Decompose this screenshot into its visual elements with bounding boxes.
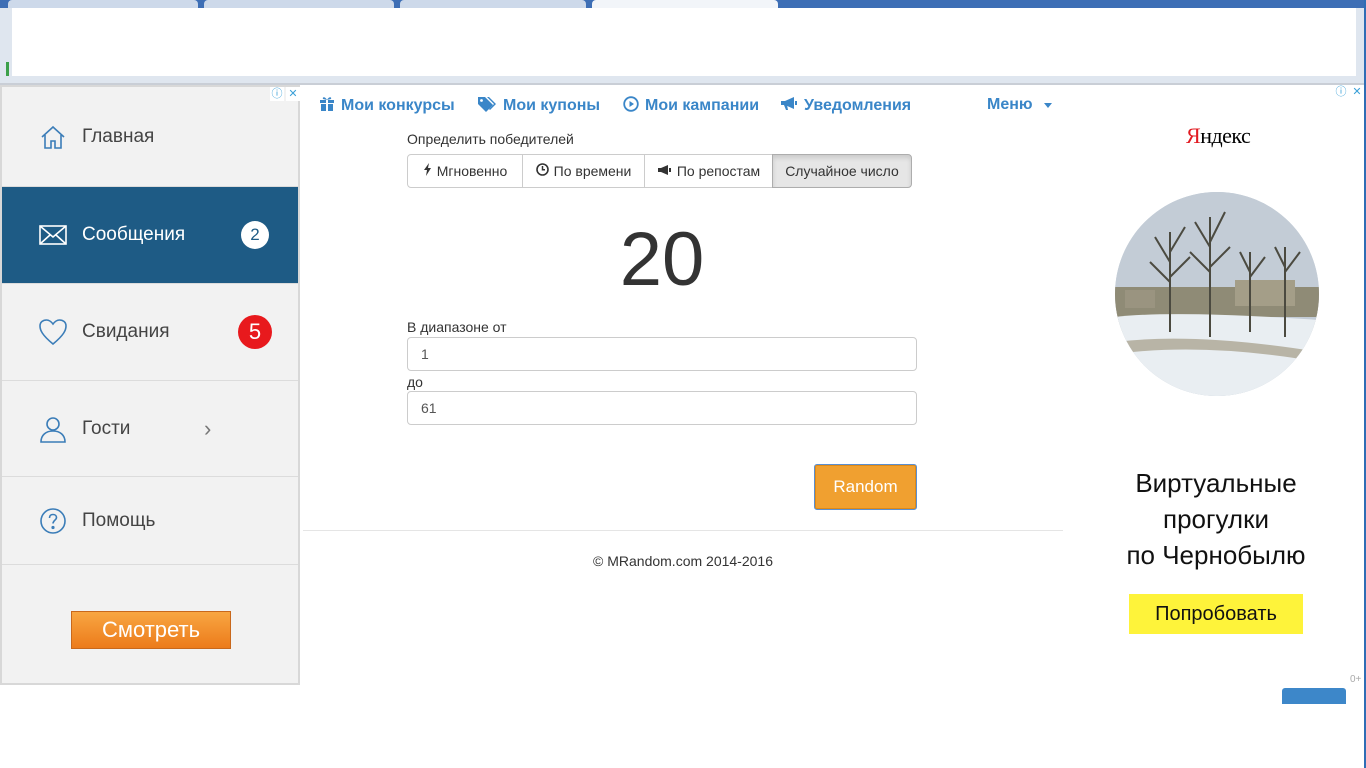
- nav-notifications[interactable]: Уведомления: [780, 96, 911, 115]
- sidebar-item-label: Свидания: [82, 321, 170, 342]
- nav-label: Меню: [987, 96, 1033, 113]
- bullhorn-icon: [657, 163, 672, 179]
- chernobyl-photo: [1115, 192, 1319, 396]
- sidebar-item-messages[interactable]: Сообщения 2: [2, 187, 298, 284]
- sidebar-item-label: Гости: [82, 417, 131, 439]
- random-button[interactable]: Random: [814, 464, 917, 510]
- dates-count-badge: 5: [238, 315, 272, 349]
- browser-tab-active[interactable]: [592, 0, 778, 8]
- mode-label: Мгновенно: [436, 163, 508, 179]
- right-ad[interactable]: ⓘ ✕ Яндекс Виртуальные прогулки по Черно…: [1080, 85, 1366, 685]
- browser-tab[interactable]: [204, 0, 394, 8]
- nav-label: Мои купоны: [503, 97, 601, 114]
- sidebar-item-label: Главная: [82, 125, 155, 147]
- home-icon: [38, 122, 68, 152]
- mode-label: По репостам: [676, 163, 761, 179]
- try-button[interactable]: Попробовать: [1129, 594, 1303, 634]
- sidebar-item-help[interactable]: Помощь: [2, 477, 298, 565]
- sidebar-item-home[interactable]: Главная: [2, 87, 298, 187]
- mode-label: По времени: [553, 163, 632, 179]
- chevron-right-icon: ›: [204, 415, 212, 441]
- watch-button[interactable]: Смотреть: [71, 611, 231, 649]
- range-to-label: до: [407, 374, 423, 390]
- browser-toolbar: [12, 8, 1356, 76]
- nav-my-contests[interactable]: Мои конкурсы: [319, 96, 455, 115]
- messages-count-badge: 2: [241, 221, 269, 249]
- sidebar-item-label: Помощь: [82, 509, 156, 531]
- browser-edge-mark: [6, 62, 9, 76]
- nav-label: Мои конкурсы: [341, 96, 455, 114]
- tags-icon: [477, 96, 497, 116]
- nav-my-campaigns[interactable]: Мои кампании: [623, 96, 759, 116]
- nav-my-coupons[interactable]: Мои купоны: [477, 96, 600, 116]
- bullhorn-icon: [780, 96, 798, 115]
- sidebar-item-dates[interactable]: Свидания 5: [2, 284, 298, 381]
- footer-copyright: © MRandom.com 2014-2016: [593, 553, 773, 569]
- sidebar-item-guests[interactable]: Гости ›: [2, 381, 298, 477]
- range-from-label: В диапазоне от: [407, 319, 507, 335]
- envelope-icon: [38, 220, 68, 250]
- user-icon: [38, 414, 68, 444]
- nav-menu-dropdown[interactable]: Меню: [987, 96, 1052, 114]
- yandex-logo: Яндекс: [1186, 123, 1251, 148]
- ad-info-icon[interactable]: ⓘ: [1334, 85, 1348, 99]
- caret-down-icon: [1043, 102, 1052, 108]
- mode-label: Случайное число: [785, 163, 899, 179]
- range-from-input[interactable]: 1: [407, 337, 917, 371]
- ad-headline: Виртуальные прогулки по Чернобылю: [1098, 465, 1334, 573]
- winner-section-title: Определить победителей: [407, 131, 574, 147]
- ad-close-icon[interactable]: ✕: [1350, 85, 1364, 99]
- sidebar-ad: ⓘ ✕ Главная Сообщения 2 Свидания 5 Гости…: [0, 85, 300, 685]
- nav-label: Мои кампании: [645, 97, 760, 114]
- ad-headline-line: Виртуальные: [1135, 468, 1297, 498]
- ad-headline-line: по Чернобылю: [1126, 540, 1306, 570]
- bolt-icon: [423, 163, 432, 179]
- mode-random-number-button[interactable]: Случайное число: [772, 154, 912, 188]
- random-result: 20: [619, 217, 705, 302]
- sidebar-item-label: Сообщения: [82, 224, 186, 245]
- mode-time-button[interactable]: По времени: [522, 154, 645, 188]
- range-to-input[interactable]: 61: [407, 391, 917, 425]
- gift-icon: [319, 96, 335, 115]
- heart-icon: [38, 317, 68, 347]
- help-icon: [38, 506, 68, 536]
- ad-markers: ⓘ ✕: [1334, 85, 1364, 101]
- ad-headline-line: прогулки: [1163, 504, 1269, 534]
- mode-reposts-button[interactable]: По репостам: [644, 154, 773, 188]
- nav-label: Уведомления: [804, 96, 912, 114]
- browser-tab[interactable]: [8, 0, 198, 8]
- mode-button-group: Мгновенно По времени По репостам Случайн…: [407, 154, 912, 188]
- play-circle-icon: [623, 96, 639, 116]
- page-bottom: [0, 704, 1366, 768]
- share-widget[interactable]: [1282, 688, 1346, 704]
- clock-icon: [535, 163, 549, 179]
- mode-instant-button[interactable]: Мгновенно: [407, 154, 523, 188]
- browser-tab[interactable]: [400, 0, 586, 8]
- age-rating: 0+: [1350, 674, 1362, 685]
- footer-divider: [303, 530, 1063, 531]
